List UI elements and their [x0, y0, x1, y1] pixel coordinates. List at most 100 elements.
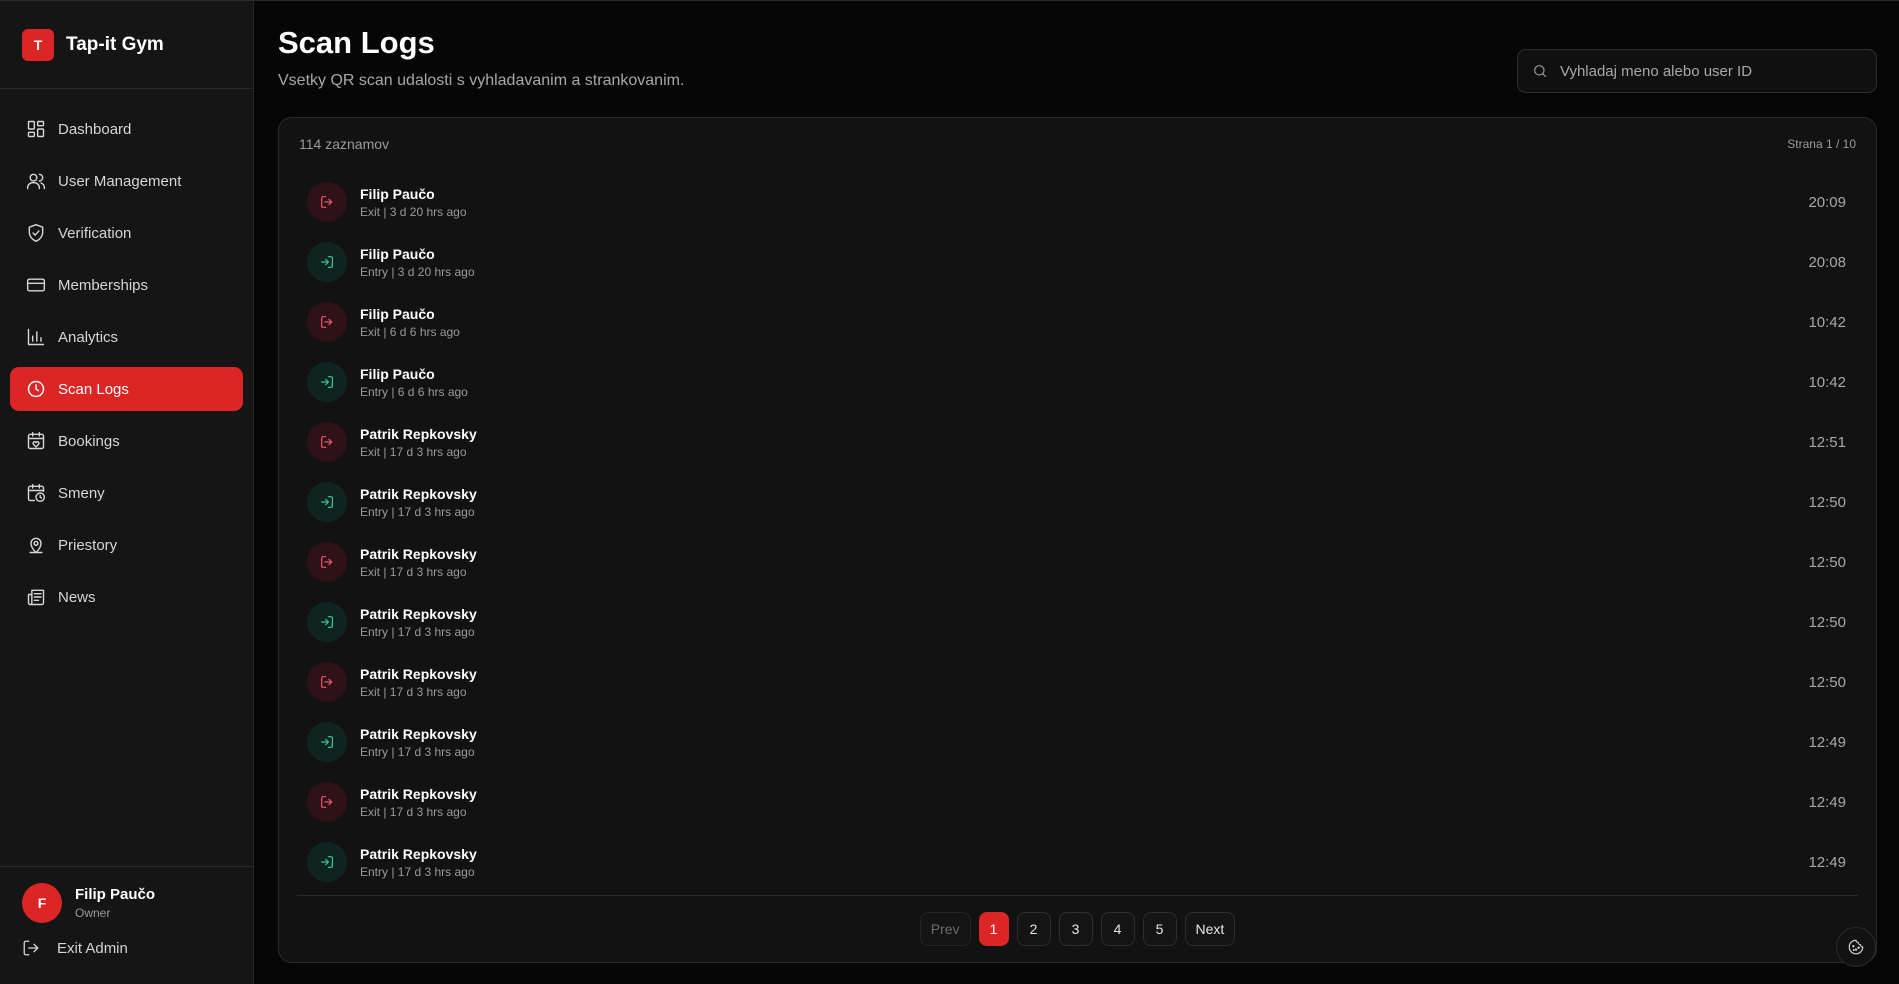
exit-arrow-icon [321, 436, 333, 448]
page-button-1[interactable]: 1 [978, 912, 1009, 946]
log-detail: Entry | 17 d 3 hrs ago [360, 744, 475, 759]
card-header: 114 zaznamov Strana 1 / 10 [299, 136, 1856, 152]
sidebar-item-label: Bookings [58, 432, 120, 450]
sidebar: T Tap-it Gym Dashboard User Management V… [0, 1, 254, 984]
entry-arrow-icon [321, 496, 333, 508]
log-detail: Entry | 6 d 6 hrs ago [360, 384, 468, 399]
list-item[interactable]: Patrik Repkovsky Entry | 17 d 3 hrs ago 1… [307, 472, 1846, 532]
log-user-name: Patrik Repkovsky [360, 485, 477, 502]
user-profile[interactable]: F Filip Paučo Owner [22, 883, 231, 923]
log-user-name: Patrik Repkovsky [360, 665, 477, 682]
sidebar-item-label: Scan Logs [58, 380, 129, 398]
log-time: 12:49 [1808, 853, 1846, 871]
list-item[interactable]: Patrik Repkovsky Entry | 17 d 3 hrs ago 1… [307, 832, 1846, 892]
sidebar-footer: F Filip Paučo Owner Exit Admin [0, 866, 253, 984]
log-detail: Entry | 17 d 3 hrs ago [360, 864, 475, 879]
search-box[interactable] [1517, 49, 1877, 93]
log-detail: Exit | 17 d 3 hrs ago [360, 564, 467, 579]
list-item[interactable]: Filip Paučo Entry | 6 d 6 hrs ago 10:42 [307, 352, 1846, 412]
prev-page-button[interactable]: Prev [919, 912, 971, 946]
sidebar-item-memberships[interactable]: Memberships [10, 263, 243, 307]
list-item[interactable]: Filip Paučo Entry | 3 d 20 hrs ago 20:08 [307, 232, 1846, 292]
exit-admin-button[interactable]: Exit Admin [22, 939, 231, 957]
bar-chart-icon [27, 328, 45, 346]
exit-badge [307, 782, 347, 822]
divider [297, 895, 1858, 896]
user-role: Owner [75, 906, 111, 920]
log-time: 12:49 [1808, 793, 1846, 811]
log-time: 10:42 [1808, 373, 1846, 391]
log-user-name: Patrik Repkovsky [360, 545, 477, 562]
next-page-button[interactable]: Next [1184, 912, 1236, 946]
log-detail: Exit | 17 d 3 hrs ago [360, 444, 467, 459]
entry-badge [307, 842, 347, 882]
log-time: 12:49 [1808, 733, 1846, 751]
page-subtitle: Vsetky QR scan udalosti s vyhladavanim a… [278, 72, 685, 89]
sidebar-item-news[interactable]: News [10, 575, 243, 619]
exit-arrow-icon [321, 676, 333, 688]
exit-badge [307, 182, 347, 222]
map-pin-icon [29, 537, 43, 554]
sidebar-item-verification[interactable]: Verification [10, 211, 243, 255]
sidebar-item-smeny[interactable]: Smeny [10, 471, 243, 515]
scan-logs-card: 114 zaznamov Strana 1 / 10 Filip Paučo Ex… [278, 117, 1877, 963]
exit-arrow-icon [321, 556, 333, 568]
log-detail: Entry | 17 d 3 hrs ago [360, 504, 475, 519]
list-item[interactable]: Filip Paučo Exit | 6 d 6 hrs ago 10:42 [307, 292, 1846, 352]
entry-arrow-icon [321, 616, 333, 628]
sidebar-item-priestory[interactable]: Priestory [10, 523, 243, 567]
users-icon [26, 173, 46, 190]
cookie-icon [1848, 939, 1864, 955]
credit-card-icon [26, 278, 46, 292]
sidebar-item-label: Memberships [58, 276, 149, 294]
search-icon [1534, 65, 1546, 77]
brand[interactable]: T Tap-it Gym [0, 1, 253, 89]
page-title: Scan Logs [278, 25, 435, 60]
exit-arrow-icon [321, 316, 333, 328]
sidebar-item-bookings[interactable]: Bookings [10, 419, 243, 463]
list-item[interactable]: Filip Paučo Exit | 3 d 20 hrs ago 20:09 [307, 172, 1846, 232]
list-item[interactable]: Patrik Repkovsky Entry | 17 d 3 hrs ago 1… [307, 712, 1846, 772]
sidebar-item-user-management[interactable]: User Management [10, 159, 243, 203]
entry-badge [307, 482, 347, 522]
cookie-settings-button[interactable] [1836, 927, 1876, 967]
page-button-5[interactable]: 5 [1142, 912, 1177, 946]
sidebar-item-analytics[interactable]: Analytics [10, 315, 243, 359]
sidebar-item-label: Dashboard [58, 120, 132, 138]
brand-logo: T [22, 28, 54, 61]
log-detail: Entry | 3 d 20 hrs ago [360, 264, 475, 279]
exit-badge [307, 662, 347, 702]
list-item[interactable]: Patrik Repkovsky Exit | 17 d 3 hrs ago 12… [307, 652, 1846, 712]
sidebar-item-label: Priestory [58, 536, 118, 554]
log-time: 12:50 [1808, 553, 1846, 571]
exit-arrow-icon [321, 196, 333, 208]
newspaper-icon [27, 589, 45, 606]
exit-admin-label: Exit Admin [57, 939, 128, 957]
entry-arrow-icon [321, 256, 333, 268]
list-item[interactable]: Patrik Repkovsky Exit | 17 d 3 hrs ago 12… [307, 412, 1846, 472]
page-button-3[interactable]: 3 [1058, 912, 1093, 946]
list-item[interactable]: Patrik Repkovsky Exit | 17 d 3 hrs ago 12… [307, 532, 1846, 592]
log-time: 12:50 [1808, 613, 1846, 631]
log-time: 20:08 [1808, 253, 1846, 271]
search-input[interactable] [1560, 62, 1860, 80]
sidebar-item-scan-logs[interactable]: Scan Logs [10, 367, 243, 411]
list-item[interactable]: Patrik Repkovsky Entry | 17 d 3 hrs ago 1… [307, 592, 1846, 652]
log-time: 12:50 [1808, 493, 1846, 511]
brand-name: Tap-it Gym [66, 33, 164, 55]
entry-badge [307, 722, 347, 762]
log-user-name: Filip Paučo [360, 365, 435, 382]
entry-arrow-icon [321, 856, 333, 868]
page-button-4[interactable]: 4 [1100, 912, 1135, 946]
sidebar-item-dashboard[interactable]: Dashboard [10, 107, 243, 151]
log-detail: Exit | 6 d 6 hrs ago [360, 324, 460, 339]
log-user-name: Patrik Repkovsky [360, 425, 477, 442]
page-button-2[interactable]: 2 [1016, 912, 1051, 946]
clock-icon [27, 380, 45, 398]
log-detail: Exit | 3 d 20 hrs ago [360, 204, 467, 219]
entry-badge [307, 602, 347, 642]
list-item[interactable]: Patrik Repkovsky Exit | 17 d 3 hrs ago 12… [307, 772, 1846, 832]
log-user-name: Patrik Repkovsky [360, 845, 477, 862]
log-out-icon [23, 940, 39, 956]
user-meta: Filip Paučo Owner [75, 886, 155, 920]
